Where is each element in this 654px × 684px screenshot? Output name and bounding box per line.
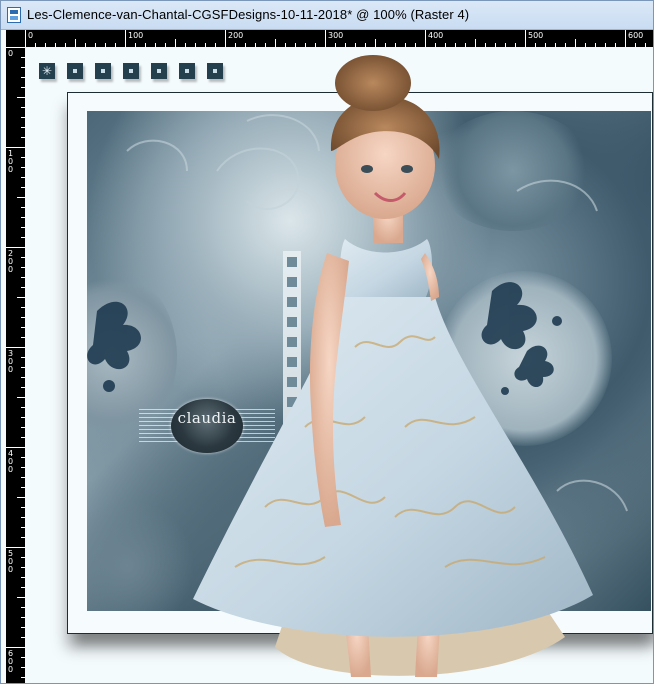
ruler-tick — [17, 597, 25, 598]
ruler-tick — [225, 30, 226, 47]
toolbar-button-7[interactable] — [207, 63, 223, 79]
ruler-tick — [6, 47, 25, 48]
ruler-tick — [625, 30, 626, 47]
sparkle-icon: ✳ — [41, 64, 53, 78]
ruler-tick — [25, 30, 26, 47]
ruler-tick — [575, 39, 576, 47]
ruler-label: 400 — [428, 31, 444, 40]
ruler-tick — [17, 497, 25, 498]
psp-document-icon[interactable] — [7, 7, 21, 23]
toolbar-button-6[interactable] — [179, 63, 195, 79]
document-window: Les-Clemence-van-Chantal-CGSFDesigns-10-… — [0, 0, 654, 684]
ruler-tick — [17, 397, 25, 398]
ruler-tick — [17, 297, 25, 298]
ruler-tick — [125, 30, 126, 47]
toolbar-button-5[interactable] — [151, 63, 167, 79]
ruler-label: 5 0 0 — [8, 549, 14, 574]
ruler-tick — [17, 97, 25, 98]
ruler-label: 2 0 0 — [8, 249, 14, 274]
ruler-label: 200 — [228, 31, 244, 40]
ruler-tick — [75, 39, 76, 47]
ruler-tick — [525, 30, 526, 47]
ruler-tick — [6, 247, 25, 248]
ruler-tick — [6, 647, 25, 648]
ruler-label: 1 0 0 — [8, 149, 14, 174]
ruler-label: 4 0 0 — [8, 449, 14, 474]
ruler-tick — [6, 347, 25, 348]
title-bar[interactable]: Les-Clemence-van-Chantal-CGSFDesigns-10-… — [1, 1, 653, 30]
ruler-label: 0 — [8, 49, 14, 58]
vertical-ruler[interactable]: 0 1 0 0 2 0 0 3 0 0 4 0 0 5 0 0 6 0 0 — [6, 47, 25, 683]
ruler-label: 3 0 0 — [8, 349, 14, 374]
ruler-tick — [6, 447, 25, 448]
ruler-label: 6 0 0 — [8, 649, 14, 674]
ruler-tick — [425, 30, 426, 47]
image-canvas[interactable]: claudia ✳ — [25, 47, 653, 683]
toolbar-button-4[interactable] — [123, 63, 139, 79]
ruler-tick — [6, 547, 25, 548]
ruler-label: 100 — [128, 31, 144, 40]
ruler-label: 600 — [628, 31, 644, 40]
ruler-corner — [6, 30, 25, 47]
ruler-tick — [275, 39, 276, 47]
horizontal-ruler[interactable]: 0 100 200 300 400 500 600 — [25, 30, 653, 47]
ruler-tick — [175, 39, 176, 47]
girl-in-dress-tube — [193, 55, 593, 677]
window-title: Les-Clemence-van-Chantal-CGSFDesigns-10-… — [27, 7, 470, 22]
toolbar-button-3[interactable] — [95, 63, 111, 79]
toolbar-button-2[interactable] — [67, 63, 83, 79]
ruler-tick — [375, 39, 376, 47]
ruler-tick — [17, 197, 25, 198]
toolbar-button-sparkle[interactable]: ✳ — [39, 63, 55, 79]
ruler-label: 0 — [28, 31, 34, 40]
ruler-tick — [6, 147, 25, 148]
ruler-tick — [475, 39, 476, 47]
ruler-tick — [325, 30, 326, 47]
ruler-label: 500 — [528, 31, 544, 40]
ruler-label: 300 — [328, 31, 344, 40]
